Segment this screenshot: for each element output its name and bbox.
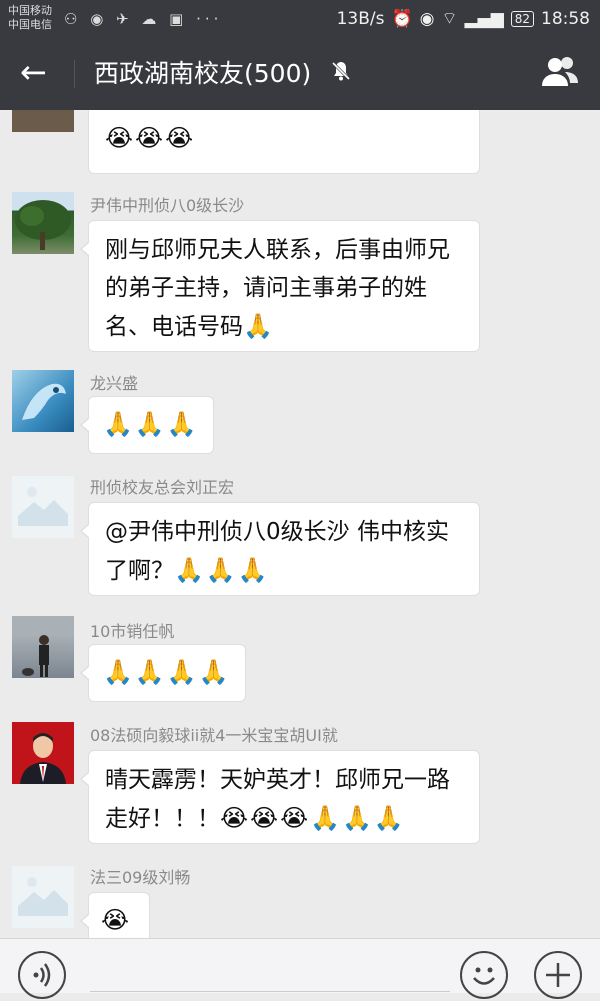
sender-name: 刑侦校友总会刘正宏 [90,478,235,497]
message-emoji: 🙏🙏🙏🙏 [103,658,231,686]
people-icon[interactable] [538,52,582,96]
alarm-icon: ⏰ [391,8,413,29]
carrier-1: 中国移动 [8,4,52,17]
message-emoji: 😭😭😭🙏🙏🙏 [220,804,406,832]
wifi-icon: ⌔ [441,9,458,29]
avatar[interactable] [12,722,74,784]
carrier-2: 中国电信 [8,18,52,31]
message-emoji: 😭😭😭 [105,124,196,152]
message-line: 晴天霹雳！天妒英才！邱师兄一路 [105,767,450,793]
network-speed: 13B/s [336,8,385,29]
message-emoji: 😭 [101,906,132,934]
signal-icon: ▂▄▆ [464,8,504,29]
message-emoji: 🙏🙏🙏 [103,410,199,438]
sender-name: 10市销任帆 [90,622,175,641]
avatar[interactable] [12,192,74,254]
message-line: @尹伟中刑侦八0级长沙 伟中核实 [105,519,449,545]
bell-off-icon [330,60,352,88]
avatar[interactable] [12,110,74,132]
sender-name: 尹伟中刑侦八0级长沙 [90,196,245,215]
status-right: 13B/s ⏰ ◉ ⌔ ▂▄▆ 82 18:58 [336,8,590,30]
message-text: 兴隆与天平中国刑侦治免双已么！ [105,110,463,119]
message-bubble[interactable]: @尹伟中刑侦八0级长沙 伟中核实 了啊？🙏🙏🙏 [80,502,480,596]
clock-time: 18:58 [541,8,590,29]
eye-icon: ◉ [419,8,435,29]
chat-title: 西政湖南校友(500) [94,59,312,88]
status-bar: 中国移动 中国电信 ⚇ ◉ ✈ ☁ ▣ ··· 13B/s ⏰ ◉ ⌔ ▂▄▆ … [0,0,600,38]
message-bubble[interactable]: 兴隆与天平中国刑侦治免双已么！ 😭😭😭 [88,110,480,174]
arrow-left-icon[interactable]: ← [20,54,47,90]
input-bar [0,938,600,999]
sender-name: 龙兴盛 [90,374,139,393]
avatar[interactable] [12,370,74,432]
sender-name: 08法硕向毅球ii就4一米宝宝胡UI就 [90,726,338,745]
battery-level: 82 [510,10,534,27]
sender-name: 法三09级刘畅 [90,868,191,887]
notification-icons: ⚇ ◉ ✈ ☁ ▣ ··· [64,10,223,28]
chat-header: ← 西政湖南校友(500) [0,38,600,110]
chat-area[interactable]: 兴隆与天平中国刑侦治免双已么！ 😭😭😭 尹伟中刑侦八0级长沙 刚与邱师兄夫人联系… [0,110,600,938]
message-bubble[interactable]: 刚与邱师兄夫人联系，后事由师兄 的弟子主持，请问主事弟子的姓 名、电话号码🙏 [80,220,480,352]
message-line: 走好！！！ [105,806,220,832]
message-line: 名、电话号码 [105,314,243,340]
message-line: 了啊？ [105,558,174,584]
header-divider [74,60,75,88]
message-emoji: 🙏🙏🙏 [174,556,270,584]
message-line: 刚与邱师兄夫人联系，后事由师兄 [105,237,450,263]
placeholder-image-icon[interactable] [12,476,74,538]
avatar[interactable] [12,616,74,678]
message-line: 的弟子主持，请问主事弟子的姓 [105,275,427,301]
message-emoji: 🙏 [243,312,275,340]
carrier-labels: 中国移动 中国电信 [8,4,52,32]
message-bubble[interactable]: 🙏🙏🙏 [80,396,214,454]
placeholder-image-icon[interactable] [12,866,74,928]
message-bubble[interactable]: 🙏🙏🙏🙏 [80,644,246,702]
message-bubble[interactable]: 😭 [80,892,150,938]
message-bubble[interactable]: 晴天霹雳！天妒英才！邱师兄一路 走好！！！😭😭😭🙏🙏🙏 [80,750,480,844]
